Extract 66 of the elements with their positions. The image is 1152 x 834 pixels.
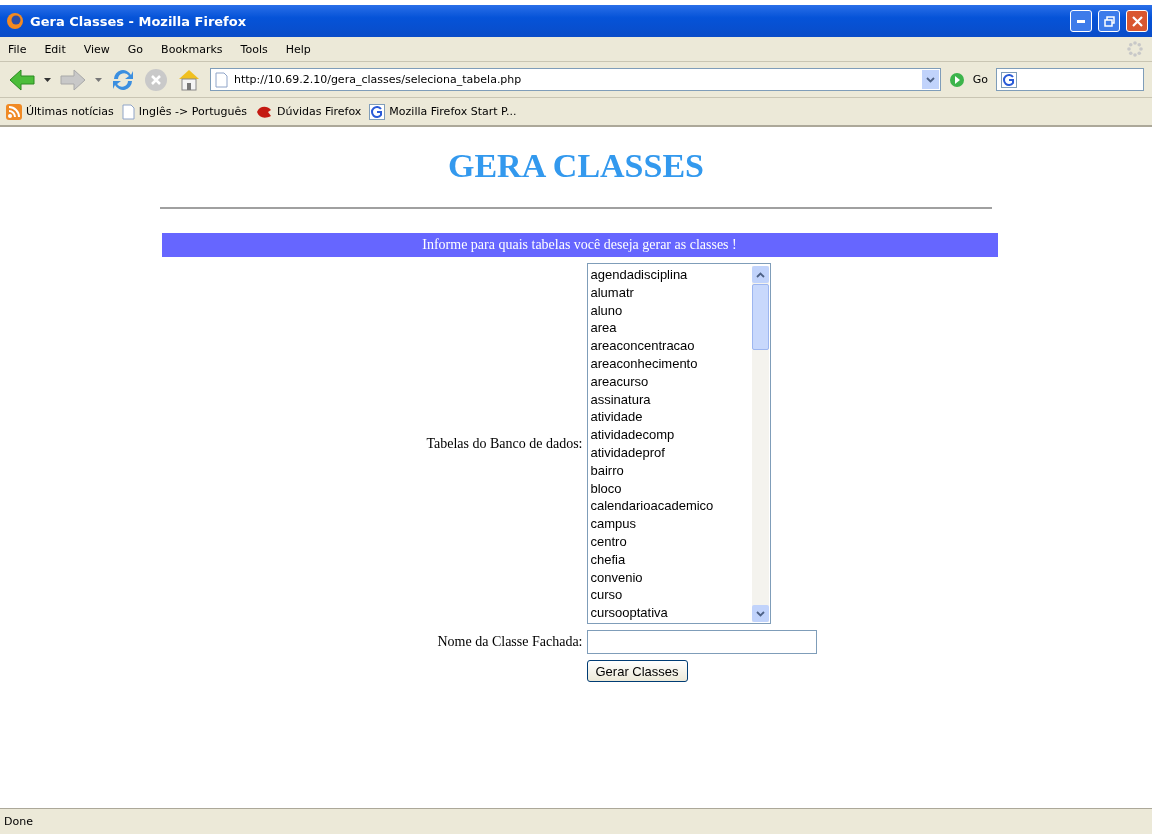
table-option[interactable]: campus — [590, 515, 752, 533]
table-option[interactable]: atividade — [590, 408, 752, 427]
scroll-up-icon[interactable] — [755, 271, 765, 278]
minimize-icon — [1077, 19, 1085, 23]
close-button[interactable] — [1126, 10, 1148, 32]
bookmark-link[interactable]: Dúvidas Firefox — [277, 105, 362, 118]
google-icon — [369, 103, 386, 120]
history-dropdown-button[interactable] — [921, 70, 939, 89]
google-icon — [1001, 71, 1017, 88]
table-option[interactable]: convenio — [590, 568, 752, 587]
table-option[interactable]: calendarioacademico — [590, 497, 752, 516]
table-option[interactable]: assinatura — [590, 390, 752, 409]
table-option[interactable]: centro — [590, 532, 752, 551]
menu-item[interactable]: Go — [127, 42, 144, 56]
menu-item[interactable]: Edit — [44, 42, 66, 56]
table-option[interactable]: atividadecomp — [590, 426, 752, 444]
table-option[interactable]: bairro — [590, 461, 752, 480]
restore-button[interactable] — [1098, 10, 1120, 32]
menu-item[interactable]: Tools — [240, 42, 268, 56]
throbber-icon — [1126, 40, 1144, 58]
scroll-down-icon[interactable] — [755, 610, 765, 617]
restore-icon — [1103, 15, 1115, 27]
dropdown-caret-icon[interactable] — [44, 77, 51, 82]
menu-item[interactable]: Help — [285, 42, 311, 56]
close-icon — [1131, 15, 1143, 27]
table-option[interactable]: curso — [590, 586, 752, 605]
table-option[interactable]: agendadisciplina — [590, 266, 752, 284]
class-name-field[interactable] — [586, 630, 817, 654]
page-icon — [121, 103, 135, 120]
menu-item[interactable]: File — [8, 42, 27, 56]
feed-icon — [6, 103, 22, 120]
bookmark-link[interactable]: Mozilla Firefox Start P... — [389, 105, 517, 118]
browser-logo-icon — [6, 12, 24, 30]
back-arrow-icon[interactable] — [8, 67, 36, 92]
tables-label: Tabelas do Banco de dados: — [426, 435, 583, 452]
go-icon[interactable] — [948, 71, 965, 88]
table-option[interactable]: atividadeprof — [590, 443, 752, 462]
table-option[interactable]: area — [590, 319, 752, 338]
page-icon — [215, 71, 228, 88]
chevron-down-icon — [925, 76, 935, 83]
generate-button[interactable]: Gerar Classes — [586, 660, 688, 682]
go-button[interactable]: Go — [972, 73, 988, 86]
bookmark-link[interactable]: Últimas notícias — [26, 105, 114, 118]
table-option[interactable]: bloco — [590, 479, 752, 498]
minimize-button[interactable] — [1070, 10, 1092, 32]
instruction-banner: Informe para quais tabelas você deseja gerar as classes ! — [161, 233, 998, 257]
window-title: Gera Classes - Mozilla Firefox — [30, 13, 248, 29]
page-heading: GERA CLASSES — [447, 147, 704, 185]
bookmark-link[interactable]: Inglês -> Português — [138, 105, 247, 118]
table-option[interactable]: alumatr — [590, 283, 752, 302]
table-option[interactable]: areacurso — [590, 372, 752, 391]
scroll-thumb[interactable] — [751, 284, 769, 350]
table-option[interactable]: chefia — [590, 550, 752, 569]
table-option[interactable]: aluno — [590, 301, 752, 320]
table-option[interactable]: areaconhecimento — [590, 355, 752, 373]
tables-listbox[interactable] — [586, 263, 771, 624]
class-name-label: Nome da Classe Fachada: — [437, 634, 583, 650]
search-field[interactable] — [996, 68, 1144, 91]
table-option[interactable]: areaconcentracao — [590, 337, 752, 355]
status-text: Done — [4, 815, 33, 828]
menu-item[interactable]: Bookmarks — [161, 42, 223, 56]
address-field[interactable]: http://10.69.2.10/gera_classes/seleciona_tabela.php — [210, 68, 941, 91]
menu-item[interactable]: View — [83, 42, 110, 56]
table-option[interactable]: cursooptativa — [590, 604, 752, 622]
scrollbar[interactable] — [751, 266, 769, 622]
url-text: http://10.69.2.10/gera_classes/seleciona_tabela.php — [234, 73, 523, 86]
